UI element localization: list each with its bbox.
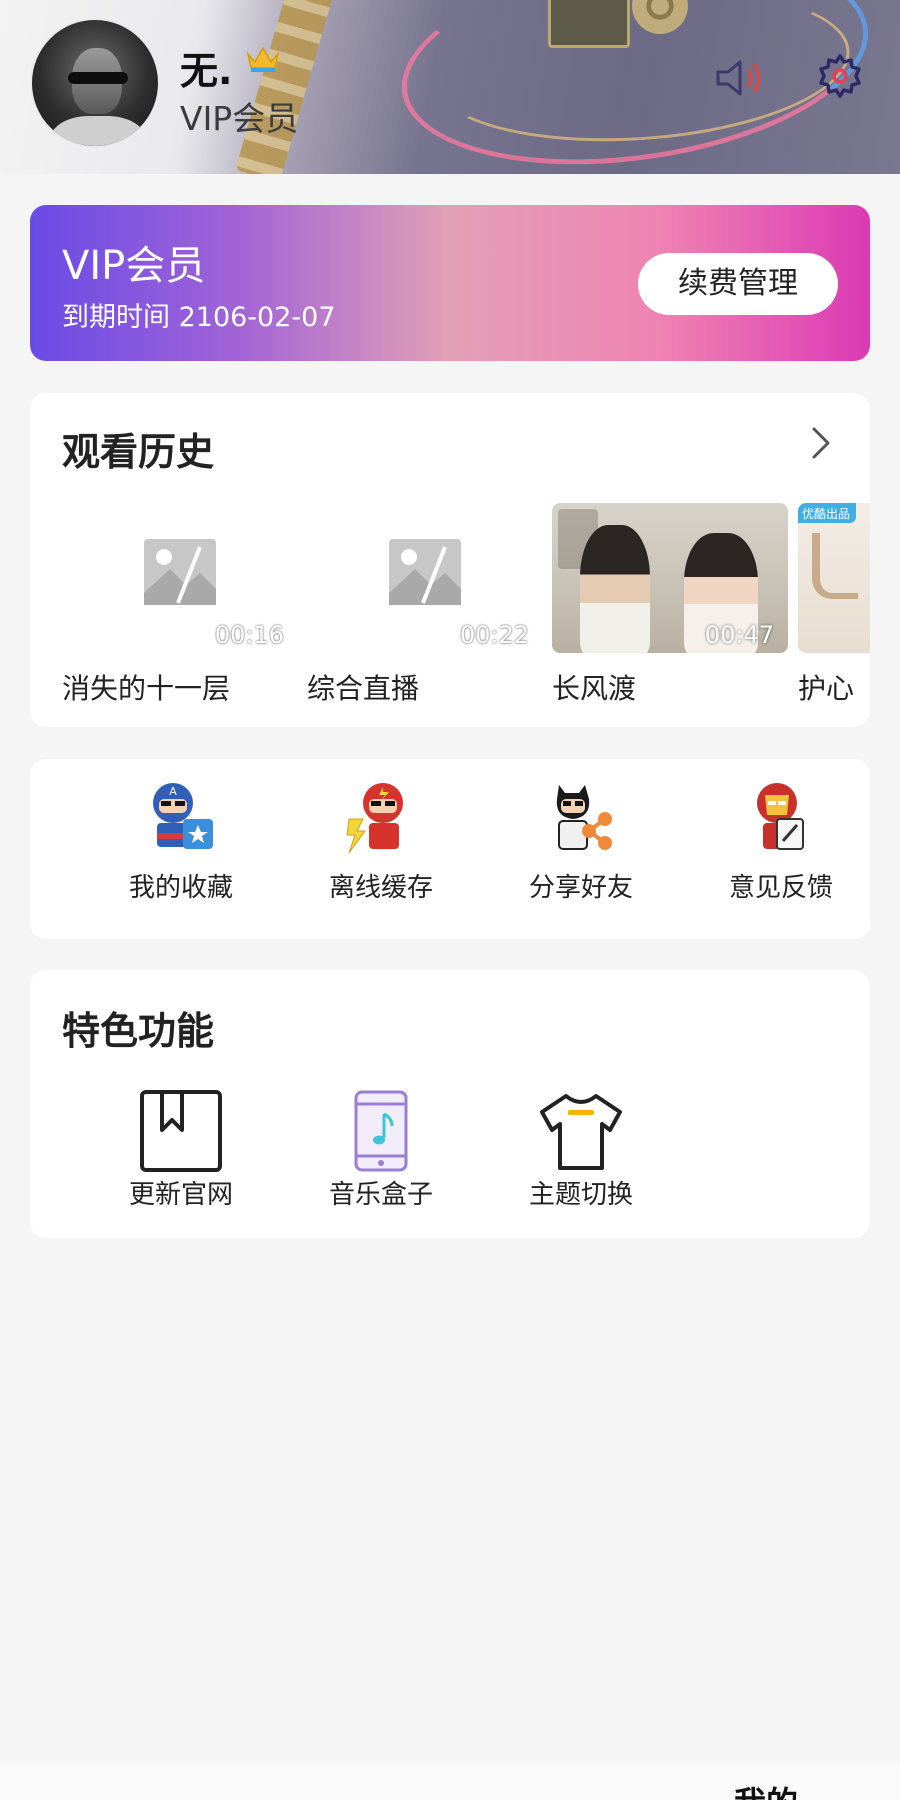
history-thumbnail: 00:22 <box>307 503 543 653</box>
history-item-title: 消失的十一层 <box>62 672 231 705</box>
tab-mine[interactable]: 我的 <box>734 1778 798 1800</box>
feature-update-website[interactable]: 更新官网 <box>106 1088 256 1210</box>
captain-folder-icon: A <box>153 783 213 849</box>
history-item[interactable]: 00:16 消失的十一层 <box>62 503 298 705</box>
action-offline-cache[interactable]: 离线缓存 <box>306 779 456 919</box>
watch-progress-time: 00:16 <box>214 621 284 649</box>
profile-header: 无. VIP会员 <box>0 0 900 174</box>
feature-label: 主题切换 <box>528 1180 633 1210</box>
watch-progress-time: 00:22 <box>459 621 529 649</box>
vip-title: VIP会员 <box>62 243 206 289</box>
crown-icon <box>246 46 280 72</box>
history-item[interactable]: 优酷出品 护心 <box>798 503 870 705</box>
image-placeholder-icon <box>389 539 461 605</box>
action-label: 分享好友 <box>528 873 633 903</box>
source-tag: 优酷出品 <box>798 503 856 523</box>
history-item-title: 护心 <box>798 672 855 705</box>
watch-progress-time: 00:47 <box>704 621 774 649</box>
features-title: 特色功能 <box>62 1009 215 1053</box>
action-label: 我的收藏 <box>128 873 233 903</box>
action-feedback[interactable]: 意见反馈 <box>706 779 856 919</box>
feature-music-box[interactable]: 音乐盒子 <box>306 1088 456 1210</box>
ironman-feedback-icon <box>757 783 804 850</box>
gear-icon[interactable] <box>816 52 864 100</box>
bookmark-icon <box>140 1090 222 1172</box>
svg-text:A: A <box>169 785 177 798</box>
film-strip-decoration <box>235 0 335 174</box>
action-label: 意见反馈 <box>728 873 833 903</box>
feature-label: 音乐盒子 <box>328 1180 433 1210</box>
quick-actions-card: A 我的收藏 离线缓存 分享好友 意见反馈 <box>30 759 870 939</box>
feature-theme-switch[interactable]: 主题切换 <box>506 1088 656 1210</box>
user-level: VIP会员 <box>180 99 299 138</box>
action-favorites[interactable]: A 我的收藏 <box>106 779 256 919</box>
share-hero-icon <box>556 785 612 850</box>
watch-history-card: 观看历史 00:16 消失的十一层 00:22 综合直播 00:47 长风渡 优… <box>30 393 870 727</box>
vip-expire-date: 到期时间 2106-02-07 <box>62 302 336 333</box>
history-thumbnail: 优酷出品 <box>798 503 870 653</box>
bottom-nav: 我的 <box>0 1762 900 1800</box>
features-card: 特色功能 更新官网 音乐盒子 主题切换 <box>30 970 870 1238</box>
action-label: 离线缓存 <box>328 873 433 903</box>
history-item-title: 综合直播 <box>307 672 420 705</box>
vip-card: VIP会员 到期时间 2106-02-07 续费管理 <box>30 205 870 361</box>
renew-manage-button[interactable]: 续费管理 <box>638 253 838 315</box>
history-item-title: 长风渡 <box>552 672 637 705</box>
tshirt-icon <box>540 1094 622 1170</box>
action-share-friends[interactable]: 分享好友 <box>506 779 656 919</box>
avatar[interactable] <box>30 18 160 148</box>
history-item[interactable]: 00:22 综合直播 <box>307 503 543 705</box>
user-name: 无. <box>180 49 233 93</box>
history-thumbnail: 00:16 <box>62 503 298 653</box>
chevron-right-icon[interactable] <box>806 423 836 463</box>
feature-label: 更新官网 <box>128 1180 233 1210</box>
history-item[interactable]: 00:47 长风渡 <box>552 503 788 705</box>
music-phone-icon <box>354 1090 408 1172</box>
image-placeholder-icon <box>144 539 216 605</box>
history-title: 观看历史 <box>62 430 215 474</box>
flash-hero-icon <box>346 783 403 854</box>
history-thumbnail: 00:47 <box>552 503 788 653</box>
speaker-icon[interactable] <box>714 58 766 98</box>
